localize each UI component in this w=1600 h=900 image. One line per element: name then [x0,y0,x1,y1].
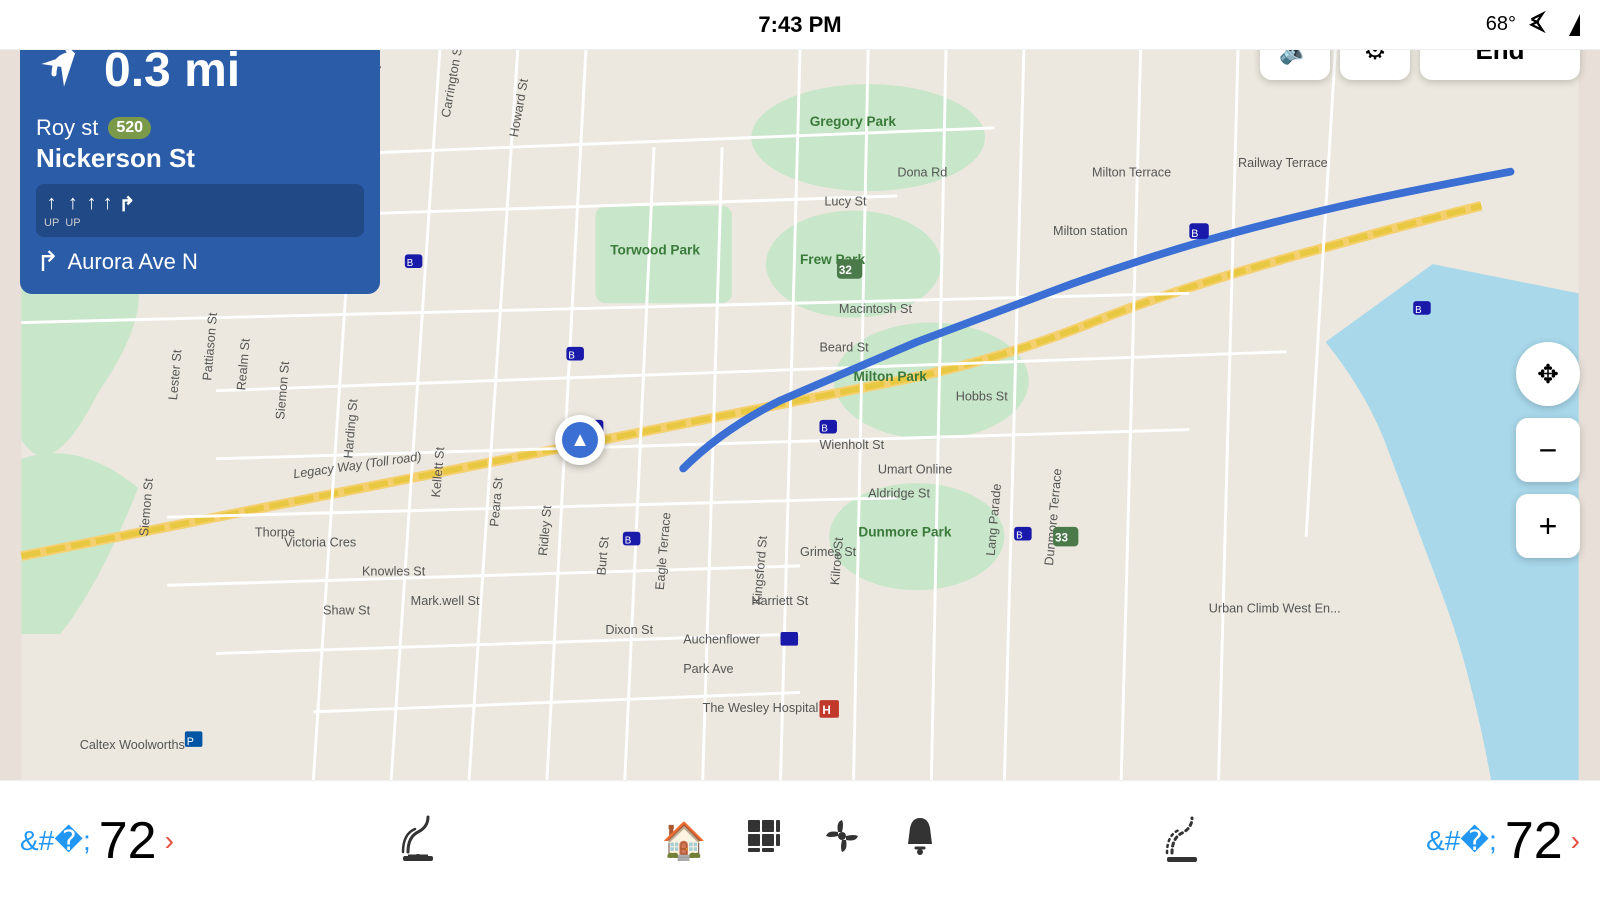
nav-next-street: ↱ Aurora Ave N [36,245,364,278]
fan-button[interactable] [822,816,862,865]
lane-2: ↑ UP [65,192,80,229]
svg-text:Shaw St: Shaw St [323,604,371,618]
svg-text:P: P [187,736,194,748]
svg-text:Gregory Park: Gregory Park [810,114,897,129]
home-button[interactable]: 🏠 [662,820,707,862]
nav-card: 0.3 mi Roy st 520 Nickerson St ↑ UP ↑ UP… [20,20,380,294]
pan-icon: ✥ [1537,359,1559,390]
svg-text:B: B [1191,228,1198,240]
svg-text:Grimes St: Grimes St [800,545,857,559]
svg-text:32: 32 [839,264,852,277]
svg-text:Milton Terrace: Milton Terrace [1092,166,1171,180]
svg-text:Park Ave: Park Ave [683,662,733,676]
pan-button[interactable]: ✥ [1516,342,1580,406]
svg-text:B: B [821,424,827,435]
left-temp-decrease[interactable]: &#�; [20,824,91,857]
nav-route-badge: 520 [108,117,151,139]
zoom-out-button[interactable]: − [1516,418,1580,482]
svg-text:Milton Park: Milton Park [854,369,928,384]
svg-text:Aldridge St: Aldridge St [868,487,930,501]
svg-text:Dixon St: Dixon St [605,623,653,637]
svg-text:Wienholt St: Wienholt St [819,438,884,452]
svg-text:Hobbs St: Hobbs St [956,389,1008,403]
bluetooth-icon [1526,11,1548,39]
bottom-bar: &#�; 72 › 🏠 [0,780,1600,900]
svg-text:Lucy St: Lucy St [824,195,867,209]
right-controls: ✥ − + [1516,342,1580,558]
nav-street2: Nickerson St [36,143,364,174]
location-marker: ▲ [555,415,605,465]
right-heat-icon [1157,813,1207,868]
nav-icons: 🏠 [662,816,939,865]
svg-text:B: B [625,535,631,546]
status-bar: 7:43 PM 68° [0,0,1600,50]
left-temp-control: &#�; 72 › [20,811,174,871]
lane-3: ↑ [87,192,97,229]
nav-next-street-name: Aurora Ave N [67,249,197,275]
svg-text:B: B [568,351,574,362]
left-temp-value: 72 [99,811,157,871]
zoom-in-button[interactable]: + [1516,494,1580,558]
nav-street1: Roy st [36,115,98,141]
right-temp-decrease[interactable]: &#�; [1426,824,1497,857]
next-turn-icon: ↱ [36,245,59,278]
right-temp-control: &#�; 72 › [1426,811,1580,871]
notification-button[interactable] [902,816,938,865]
lane-1: ↑ UP [44,192,59,229]
lane-5: ↱ [119,192,136,229]
svg-text:Knowles St: Knowles St [362,565,426,579]
left-temp-increase[interactable]: › [165,825,174,857]
svg-text:Mark.well St: Mark.well St [411,594,480,608]
lane-4: ↑ [103,192,113,229]
svg-text:B: B [1016,531,1022,542]
svg-text:Torwood Park: Torwood Park [610,242,700,257]
right-temp-value: 72 [1505,811,1563,871]
zoom-in-icon: + [1539,508,1558,545]
svg-text:B: B [1415,305,1421,316]
svg-text:The Wesley Hospital: The Wesley Hospital [703,701,819,715]
svg-text:Dunmore Park: Dunmore Park [858,525,951,540]
left-heat-icon [393,812,443,870]
svg-text:H: H [822,704,830,717]
zoom-out-icon: − [1539,432,1558,469]
svg-text:Victoria Cres: Victoria Cres [284,535,356,549]
svg-text:Macintosh St: Macintosh St [839,302,913,316]
svg-text:Urban Climb West En...: Urban Climb West En... [1209,602,1341,616]
svg-text:Milton station: Milton station [1053,224,1127,238]
svg-text:Dona Rd: Dona Rd [897,166,947,180]
right-temp-increase[interactable]: › [1571,825,1580,857]
status-time: 7:43 PM [758,12,841,38]
svg-text:33: 33 [1055,532,1068,545]
nav-distance: 0.3 mi [104,43,240,98]
signal-icon [1558,14,1580,36]
status-temperature: 68° [1486,13,1516,36]
svg-text:B: B [407,258,413,269]
svg-text:Auchenflower: Auchenflower [683,633,760,647]
grid-button[interactable] [746,818,782,863]
svg-text:Caltex Woolworths: Caltex Woolworths [80,738,185,752]
svg-text:Beard St: Beard St [819,341,869,355]
lane-row: ↑ UP ↑ UP ↑ ↑ ↱ [36,184,364,237]
svg-text:Umart Online: Umart Online [878,462,952,476]
svg-text:Railway Terrace: Railway Terrace [1238,156,1328,170]
